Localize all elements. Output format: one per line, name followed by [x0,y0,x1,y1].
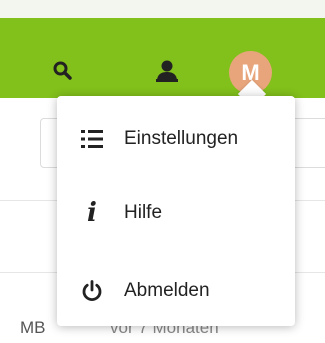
settings-list-icon [79,126,105,152]
file-size-text: MB [20,318,46,337]
contacts-icon[interactable] [152,57,182,85]
menu-item-label: Hilfe [124,202,163,223]
power-icon [79,278,105,304]
user-menu: Einstellungen i Hilfe Abmelden [57,96,295,326]
menu-item-settings[interactable]: Einstellungen [57,110,295,168]
menu-item-label: Abmelden [124,280,210,301]
menu-item-logout[interactable]: Abmelden [57,262,295,320]
search-icon[interactable] [52,60,74,82]
info-icon: i [87,198,97,228]
menu-item-help[interactable]: i Hilfe [57,184,295,242]
header-top-strip [0,0,325,18]
menu-item-label: Einstellungen [124,128,239,149]
